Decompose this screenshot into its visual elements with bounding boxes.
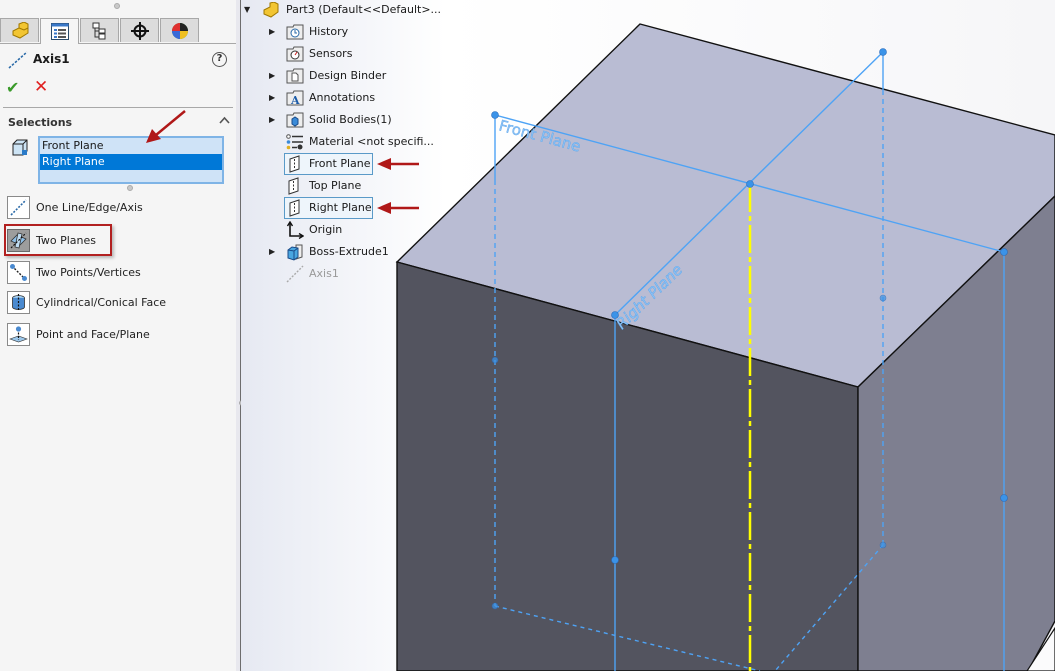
tree-item-sensors[interactable]: Sensors [242, 44, 442, 64]
annotations-icon: A [286, 89, 304, 107]
line-edge-axis-icon [7, 196, 30, 219]
pm-title-row: Axis1 ? [6, 50, 230, 72]
tree-item-top-plane[interactable]: Top Plane [242, 176, 442, 196]
option-label: Cylindrical/Conical Face [36, 296, 167, 309]
expand-arrow-icon[interactable]: ▶ [269, 115, 275, 124]
reference-entities-icon [10, 138, 30, 161]
tab-property-manager[interactable] [40, 18, 79, 44]
option-point-and-face-plane[interactable]: Point and Face/Plane [7, 323, 227, 347]
option-one-line-edge-axis[interactable]: One Line/Edge/Axis [7, 196, 227, 220]
expand-arrow-icon[interactable]: ▶ [269, 247, 275, 256]
pm-title: Axis1 [33, 52, 70, 66]
part-icon [262, 1, 280, 19]
tree-item-axis1[interactable]: Axis1 [242, 264, 442, 284]
tree-item-boss-extrude1[interactable]: ▶ Boss-Extrude1 [242, 242, 442, 262]
tree-item-front-plane[interactable]: Front Plane [284, 153, 373, 175]
point-face-icon [7, 323, 30, 346]
tab-configuration-manager[interactable] [80, 18, 119, 42]
design-binder-icon [286, 67, 304, 85]
tree-item-material[interactable]: Material <not specifi... [242, 132, 442, 152]
plane-icon [285, 177, 303, 195]
selection-item-right-plane[interactable]: Right Plane [40, 154, 222, 170]
property-manager-panel: Axis1 ? ✔ ✕ Selections Front Plane Right… [0, 0, 236, 671]
cancel-button[interactable]: ✕ [34, 77, 48, 97]
selection-item-front-plane[interactable]: Front Plane [40, 138, 222, 154]
solid-bodies-icon [286, 111, 304, 129]
plane-icon [286, 199, 304, 217]
expand-arrow-icon[interactable]: ▶ [269, 93, 275, 102]
panel-grip[interactable] [114, 3, 120, 9]
annotation-arrow-icon [146, 110, 186, 143]
svg-text:A: A [290, 94, 300, 106]
selections-listbox[interactable]: Front Plane Right Plane [38, 136, 224, 184]
tree-item-history[interactable]: ▶ History [242, 22, 442, 42]
tree-item-annotations[interactable]: ▶ A Annotations [242, 88, 442, 108]
option-label: One Line/Edge/Axis [36, 201, 143, 214]
sensors-folder-icon [286, 45, 304, 63]
appearance-ball-icon [171, 22, 188, 39]
tree-root-part3[interactable]: ▼ Part3 (Default<<Default>... [242, 0, 442, 20]
configuration-icon [92, 22, 105, 39]
tree-item-design-binder[interactable]: ▶ Design Binder [242, 66, 442, 86]
property-manager-icon [50, 23, 69, 40]
plane-icon [286, 155, 304, 173]
listbox-resize-grip[interactable] [127, 185, 133, 191]
two-points-icon [7, 261, 30, 284]
ok-button[interactable]: ✔ [6, 78, 19, 97]
collapse-arrow-icon[interactable]: ▼ [244, 5, 250, 14]
cylindrical-face-icon [7, 291, 30, 314]
tab-dimxpert-manager[interactable] [120, 18, 159, 42]
crosshair-icon [130, 21, 149, 40]
option-two-points-vertices[interactable]: Two Points/Vertices [7, 261, 227, 285]
annotation-arrow-icon [377, 158, 419, 170]
tree-item-solid-bodies[interactable]: ▶ Solid Bodies(1) [242, 110, 442, 130]
chevron-up-icon [219, 116, 230, 124]
option-label: Two Points/Vertices [36, 266, 141, 279]
tree-item-right-plane[interactable]: Right Plane [284, 197, 373, 219]
axis-icon [8, 51, 28, 69]
option-cylindrical-conical-face[interactable]: Cylindrical/Conical Face [7, 291, 227, 315]
material-icon [286, 133, 304, 151]
manager-tabs [0, 18, 236, 44]
origin-icon [286, 221, 304, 239]
tab-feature-manager[interactable] [0, 18, 39, 42]
tree-item-origin[interactable]: Origin [242, 220, 442, 240]
collapse-selections-button[interactable] [219, 113, 230, 127]
help-button[interactable]: ? [212, 52, 227, 67]
option-label: Point and Face/Plane [36, 328, 150, 341]
selections-heading: Selections [8, 116, 73, 129]
history-folder-icon [286, 23, 304, 41]
annotation-highlight-box [4, 224, 112, 256]
expand-arrow-icon[interactable]: ▶ [269, 27, 275, 36]
tab-display-manager[interactable] [160, 18, 199, 42]
annotation-arrow-icon [377, 202, 419, 214]
boss-extrude-icon [286, 243, 304, 261]
divider [3, 107, 233, 108]
axis-icon [286, 265, 304, 283]
expand-arrow-icon[interactable]: ▶ [269, 71, 275, 80]
part-icon [12, 21, 28, 39]
